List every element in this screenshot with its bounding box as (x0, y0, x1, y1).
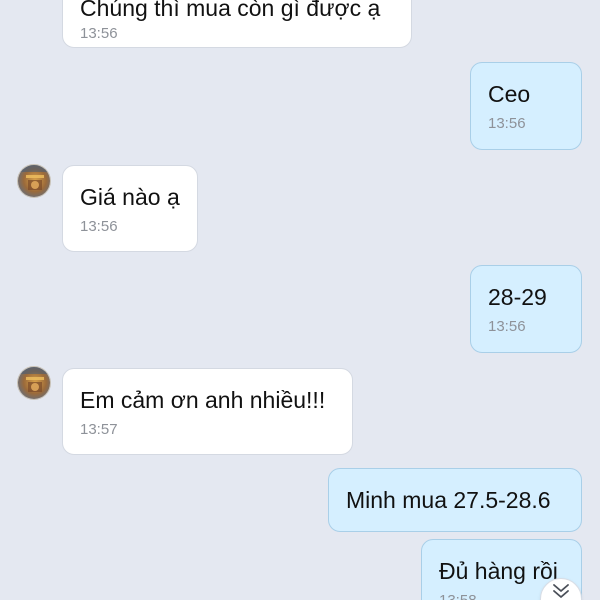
message-text: Minh mua 27.5-28.6 (346, 487, 551, 513)
contact-avatar[interactable] (17, 164, 51, 198)
message-text: Giá nào ạ (80, 184, 180, 210)
message-text: Ceo (488, 81, 531, 107)
message-text: Chúng thì mua còn gì được ạ (80, 0, 381, 21)
message-text: Em cảm ơn anh nhiều!!! (80, 387, 326, 413)
message-time: 13:56 (80, 218, 118, 235)
message-text: Đủ hàng rồi (439, 558, 558, 584)
chat-conversation: Chúng thì mua còn gì được ạ 13:56 Ceo 13… (0, 0, 600, 600)
message-time: 13:56 (488, 318, 526, 335)
message-time: 13:56 (80, 25, 118, 42)
incoming-message[interactable]: Chúng thì mua còn gì được ạ 13:56 (62, 0, 412, 48)
incoming-message[interactable]: Giá nào ạ 13:56 (62, 165, 198, 252)
contact-avatar[interactable] (17, 366, 51, 400)
outgoing-message[interactable]: Ceo 13:56 (470, 62, 582, 150)
message-time: 13:56 (488, 115, 526, 132)
outgoing-message[interactable]: 28-29 13:56 (470, 265, 582, 353)
incoming-message[interactable]: Em cảm ơn anh nhiều!!! 13:57 (62, 368, 353, 455)
chevron-double-down-icon (553, 584, 569, 598)
message-time: 13:57 (80, 421, 118, 438)
outgoing-message[interactable]: Minh mua 27.5-28.6 (328, 468, 582, 532)
message-text: 28-29 (488, 284, 547, 310)
